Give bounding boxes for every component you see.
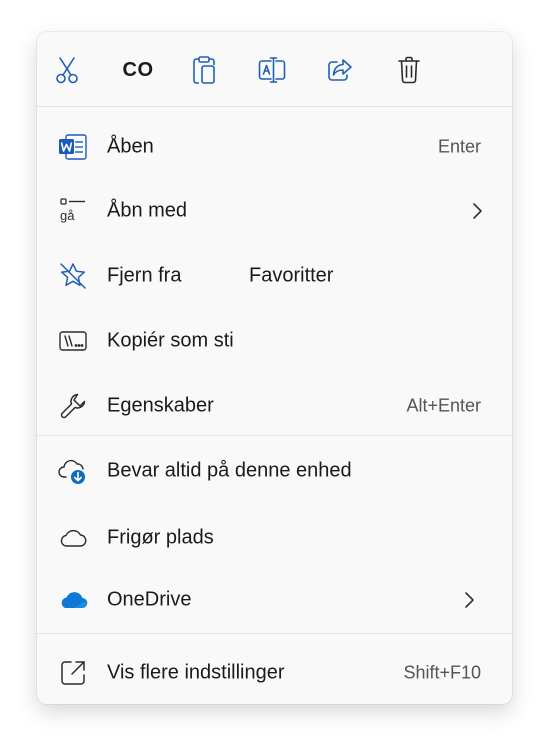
menu-item-copy-path[interactable]: Kopiér som sti — [37, 313, 512, 369]
menu-item-open[interactable]: Åben Enter — [37, 119, 512, 175]
menu-item-always-keep[interactable]: Bevar altid på denne enhed — [37, 443, 512, 499]
context-menu: CO Åben Enter gå Åbn med Fjern fra Favor… — [37, 32, 512, 704]
menu-item-label: Egenskaber — [107, 394, 214, 417]
copy-label: CO — [122, 58, 154, 81]
menu-item-remove-favorites[interactable]: Fjern fra Favoritter — [37, 248, 512, 304]
cloud-icon — [57, 522, 89, 554]
delete-button[interactable] — [389, 52, 429, 88]
shortcut-label: Shift+F10 — [403, 662, 481, 683]
path-icon — [57, 325, 89, 357]
rename-icon — [257, 56, 287, 84]
divider — [37, 106, 512, 107]
menu-item-label-2: Favoritter — [249, 264, 334, 287]
shortcut-label: Enter — [437, 136, 481, 157]
menu-item-show-more-options[interactable]: Vis flere indstillinger Shift+F10 — [37, 645, 512, 701]
menu-item-properties[interactable]: Egenskaber Alt+Enter — [37, 378, 512, 434]
star-off-icon — [57, 260, 89, 292]
menu-item-label: Fjern fra — [107, 264, 182, 287]
menu-item-label: Åben — [107, 135, 154, 158]
cloud-download-icon — [57, 455, 89, 487]
open-with-icon: gå — [57, 195, 89, 227]
share-icon — [326, 57, 354, 83]
menu-item-free-space[interactable]: Frigør plads — [37, 510, 512, 566]
menu-item-label: Kopiér som sti — [107, 329, 234, 352]
menu-item-label: Åbn med — [107, 199, 188, 222]
divider — [37, 633, 512, 634]
menu-item-label: Bevar altid på denne enhed — [107, 459, 352, 482]
external-icon — [57, 657, 89, 689]
copy-button[interactable]: CO — [118, 52, 158, 88]
onedrive-icon — [57, 584, 89, 616]
clipboard-icon — [191, 55, 217, 85]
menu-item-open-with[interactable]: gå Åbn med — [37, 183, 512, 239]
word-icon — [57, 131, 89, 163]
trash-icon — [397, 56, 421, 84]
rename-button[interactable] — [252, 52, 292, 88]
share-button[interactable] — [320, 52, 360, 88]
menu-item-label: Frigør plads — [107, 526, 214, 549]
scissors-icon — [54, 56, 80, 84]
divider — [37, 435, 512, 436]
paste-button[interactable] — [184, 52, 224, 88]
menu-item-onedrive[interactable]: OneDrive — [37, 572, 512, 628]
chevron-right-icon — [470, 202, 484, 220]
shortcut-label: Alt+Enter — [406, 395, 481, 416]
wrench-icon — [57, 390, 89, 422]
open-with-icon-text: gå — [60, 208, 75, 223]
menu-item-label: OneDrive — [107, 588, 192, 611]
toolbar: CO — [37, 32, 512, 106]
menu-item-label: Vis flere indstillinger — [107, 661, 285, 684]
chevron-right-icon — [462, 591, 476, 609]
cut-button[interactable] — [47, 52, 87, 88]
